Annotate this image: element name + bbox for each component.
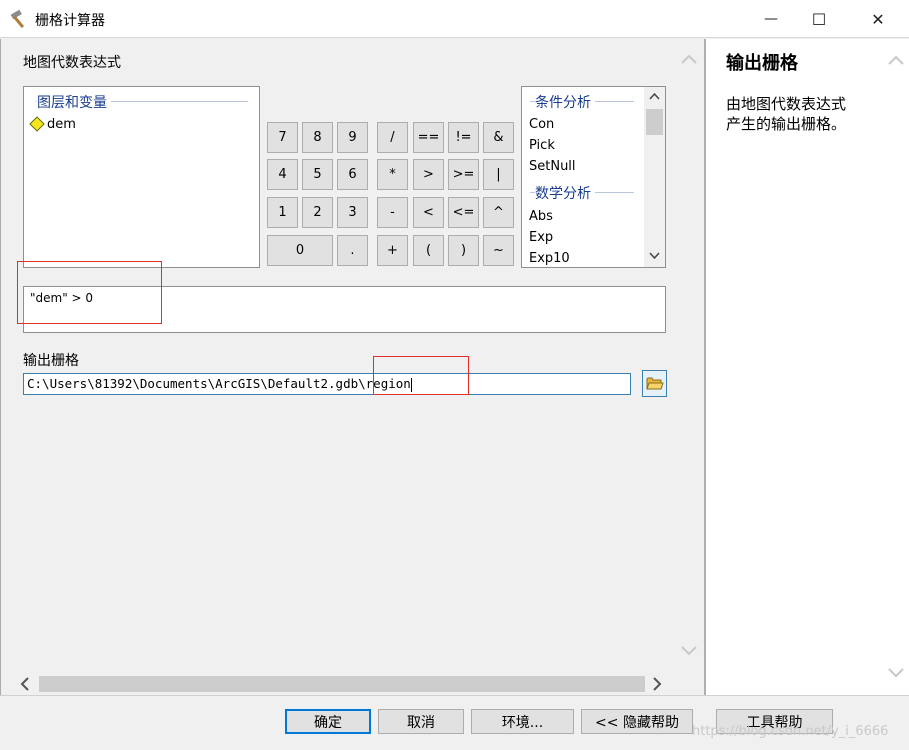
key-7[interactable]: 7 bbox=[267, 122, 298, 153]
close-button[interactable]: ✕ bbox=[855, 0, 901, 38]
annotation-rectangle bbox=[17, 261, 162, 324]
function-item[interactable]: Con bbox=[529, 117, 554, 132]
scroll-thumb[interactable] bbox=[646, 109, 663, 135]
help-title: 输出栅格 bbox=[726, 53, 798, 74]
expression-label: 地图代数表达式 bbox=[23, 55, 121, 71]
browse-folder-button[interactable] bbox=[642, 370, 667, 397]
key-or[interactable]: | bbox=[483, 159, 514, 190]
key-5[interactable]: 5 bbox=[302, 159, 333, 190]
output-raster-input[interactable]: C:\Users\81392\Documents\ArcGIS\Default2… bbox=[23, 373, 631, 395]
layer-item-dem[interactable]: dem bbox=[29, 116, 76, 132]
window-title: 栅格计算器 bbox=[35, 13, 105, 29]
key-6[interactable]: 6 bbox=[337, 159, 368, 190]
scroll-left-icon[interactable] bbox=[20, 677, 30, 691]
key-less[interactable]: < bbox=[413, 197, 444, 228]
help-body: 由地图代数表达式 产生的输出栅格。 bbox=[726, 95, 847, 133]
raster-layer-icon bbox=[29, 116, 45, 132]
key-not-equal[interactable]: != bbox=[448, 122, 479, 153]
hammer-icon bbox=[10, 9, 25, 29]
ok-button[interactable]: 确定 bbox=[285, 709, 371, 734]
environments-button[interactable]: 环境... bbox=[471, 709, 574, 734]
watermark: https://blog.csdn.net/y_i_6666 bbox=[692, 724, 889, 739]
key-plus[interactable]: + bbox=[377, 235, 408, 266]
folder-open-icon bbox=[645, 377, 664, 390]
function-item[interactable]: Pick bbox=[529, 138, 555, 153]
scroll-thumb[interactable] bbox=[39, 676, 645, 692]
layer-item-label: dem bbox=[47, 116, 76, 132]
key-divide[interactable]: / bbox=[377, 122, 408, 153]
key-open-paren[interactable]: ( bbox=[413, 235, 444, 266]
help-panel: 输出栅格 由地图代数表达式 产生的输出栅格。 bbox=[704, 39, 909, 695]
key-0[interactable]: 0 bbox=[267, 235, 333, 266]
key-greater[interactable]: > bbox=[413, 159, 444, 190]
functions-scrollbar[interactable] bbox=[644, 87, 665, 267]
minimize-button[interactable]: — bbox=[748, 0, 794, 38]
key-4[interactable]: 4 bbox=[267, 159, 298, 190]
key-decimal[interactable]: . bbox=[337, 235, 368, 266]
key-3[interactable]: 3 bbox=[337, 197, 368, 228]
scroll-down-icon[interactable] bbox=[681, 646, 697, 656]
math-group-title: 数学分析 bbox=[535, 183, 595, 203]
scroll-down-icon[interactable] bbox=[888, 668, 904, 678]
key-equal[interactable]: == bbox=[413, 122, 444, 153]
maximize-button[interactable]: ☐ bbox=[796, 0, 842, 38]
key-8[interactable]: 8 bbox=[302, 122, 333, 153]
scroll-right-icon[interactable] bbox=[652, 677, 662, 691]
scroll-down-icon[interactable] bbox=[649, 252, 660, 260]
functions-panel[interactable]: 条件分析 Con Pick SetNull 数学分析 Abs Exp Exp10 bbox=[521, 86, 666, 268]
key-1[interactable]: 1 bbox=[267, 197, 298, 228]
key-multiply[interactable]: * bbox=[377, 159, 408, 190]
function-item[interactable]: SetNull bbox=[529, 159, 576, 174]
key-2[interactable]: 2 bbox=[302, 197, 333, 228]
function-item[interactable]: Abs bbox=[529, 209, 553, 224]
annotation-rectangle bbox=[373, 356, 469, 395]
dialog-footer: 确定 取消 环境... << 隐藏帮助 工具帮助 https://blog.cs… bbox=[0, 695, 909, 750]
hide-help-button[interactable]: << 隐藏帮助 bbox=[581, 709, 693, 734]
key-xor[interactable]: ^ bbox=[483, 197, 514, 228]
horizontal-scrollbar[interactable] bbox=[17, 674, 667, 694]
key-close-paren[interactable]: ) bbox=[448, 235, 479, 266]
scroll-up-icon[interactable] bbox=[888, 55, 904, 65]
function-item[interactable]: Exp bbox=[529, 230, 553, 245]
conditional-group-title: 条件分析 bbox=[535, 92, 595, 112]
scroll-up-icon[interactable] bbox=[649, 92, 660, 100]
title-bar: 栅格计算器 — ☐ ✕ bbox=[0, 0, 909, 38]
key-9[interactable]: 9 bbox=[337, 122, 368, 153]
scroll-up-icon[interactable] bbox=[681, 54, 697, 64]
key-less-equal[interactable]: <= bbox=[448, 197, 479, 228]
output-raster-label: 输出栅格 bbox=[23, 353, 79, 369]
layers-panel[interactable]: 图层和变量 dem bbox=[23, 86, 260, 268]
output-path-text: C:\Users\81392\Documents\ArcGIS\Default2… bbox=[27, 376, 411, 391]
key-greater-equal[interactable]: >= bbox=[448, 159, 479, 190]
key-and[interactable]: & bbox=[483, 122, 514, 153]
key-minus[interactable]: - bbox=[377, 197, 408, 228]
function-item[interactable]: Exp10 bbox=[529, 251, 570, 266]
main-panel: 地图代数表达式 图层和变量 dem 7 8 9 / == != & 4 5 6 … bbox=[0, 39, 704, 695]
cancel-button[interactable]: 取消 bbox=[378, 709, 464, 734]
key-not[interactable]: ~ bbox=[483, 235, 514, 266]
layers-group-title: 图层和变量 bbox=[37, 92, 111, 112]
